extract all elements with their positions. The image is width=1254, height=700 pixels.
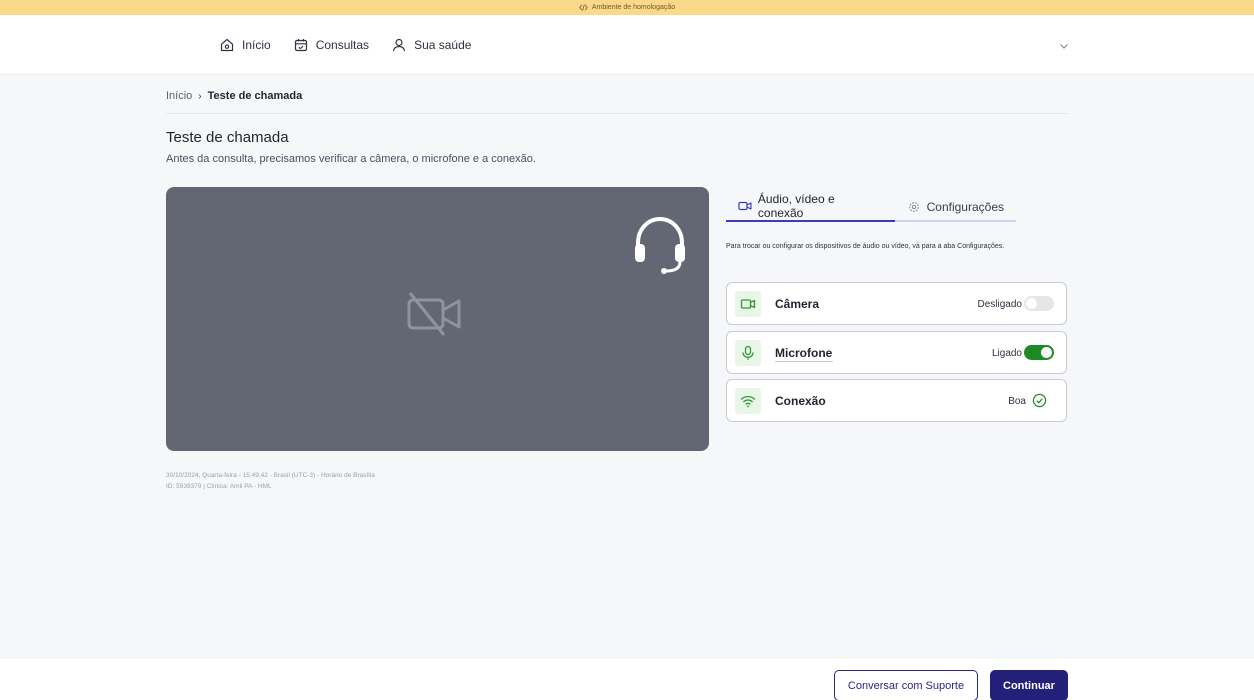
settings-tabs: Áudio, vídeo e conexão Configurações	[726, 191, 1016, 222]
microphone-toggle[interactable]	[1024, 345, 1054, 360]
breadcrumb-home-link[interactable]: Início	[166, 90, 192, 102]
video-icon	[738, 201, 752, 210]
nav-item-inicio[interactable]: Início	[219, 37, 271, 53]
tab-audio-video-connection[interactable]: Áudio, vídeo e conexão	[726, 191, 895, 222]
page-title: Teste de chamada	[166, 129, 289, 146]
environment-banner: Ambiente de homologação	[0, 0, 1254, 15]
gear-icon	[908, 201, 919, 212]
video-preview	[166, 187, 709, 451]
device-hint-text: Para trocar ou configurar os dispositivo…	[726, 243, 1005, 250]
nav-item-consultas[interactable]: Consultas	[293, 37, 369, 53]
video-icon	[740, 299, 756, 309]
camera-icon-box	[735, 291, 761, 317]
wifi-icon	[740, 395, 756, 408]
toggle-knob	[1041, 347, 1052, 358]
home-icon	[220, 38, 234, 52]
check-circle-icon	[1032, 393, 1047, 408]
headset-icon	[635, 216, 685, 274]
nav-item-sua-saude[interactable]: Sua saúde	[391, 37, 471, 53]
calendar-icon	[294, 39, 307, 52]
camera-off-icon	[407, 292, 461, 336]
device-card-connection: Conexão Boa	[726, 379, 1067, 422]
nav-item-label: Início	[242, 38, 271, 52]
camera-toggle[interactable]	[1024, 296, 1054, 311]
connection-icon-box	[735, 388, 761, 414]
device-label-microphone: Microfone	[775, 346, 833, 360]
device-label-connection: Conexão	[775, 394, 826, 408]
toggle-knob	[1026, 298, 1037, 309]
continue-button[interactable]: Continuar	[990, 670, 1068, 700]
footer-bar: Conversar com Suporte Continuar	[0, 657, 1254, 700]
device-card-microphone: Microfone Ligado	[726, 331, 1067, 374]
page-subtitle: Antes da consulta, precisamos verificar …	[166, 153, 536, 165]
breadcrumb: Início › Teste de chamada	[166, 90, 302, 102]
nav-item-label: Consultas	[315, 38, 370, 52]
call-id-clinic: ID: 5939379 | Clínica: Amil PA - HML	[166, 483, 272, 490]
nav-item-label: Sua saúde	[414, 38, 472, 52]
microphone-icon-box	[735, 340, 761, 366]
device-status-microphone: Ligado	[991, 348, 1022, 359]
microphone-level-bar	[775, 361, 833, 362]
chevron-down-icon[interactable]	[1058, 40, 1070, 52]
call-datetime: 30/10/2024, Quarta-feira - 15:49:42 - Br…	[166, 472, 375, 479]
top-navigation: Início Consultas Sua saúde	[0, 15, 1254, 75]
tab-settings[interactable]: Configurações	[895, 193, 1016, 220]
environment-banner-text: Ambiente de homologação	[591, 4, 676, 11]
user-icon	[392, 38, 406, 52]
code-icon	[579, 4, 588, 11]
device-status-camera: Desligado	[977, 299, 1022, 310]
breadcrumb-separator: ›	[198, 90, 202, 102]
tab-label: Configurações	[926, 199, 1004, 214]
microphone-icon	[742, 345, 754, 360]
divider	[166, 113, 1068, 114]
tab-label: Áudio, vídeo e conexão	[757, 191, 835, 220]
call-meta-info: 30/10/2024, Quarta-feira - 15:49:42 - Br…	[166, 470, 375, 492]
device-card-camera: Câmera Desligado	[726, 282, 1067, 325]
device-label-camera: Câmera	[775, 297, 820, 311]
support-chat-button[interactable]: Conversar com Suporte	[834, 670, 978, 700]
device-status-connection: Boa	[1008, 396, 1026, 407]
breadcrumb-current: Teste de chamada	[207, 90, 303, 102]
